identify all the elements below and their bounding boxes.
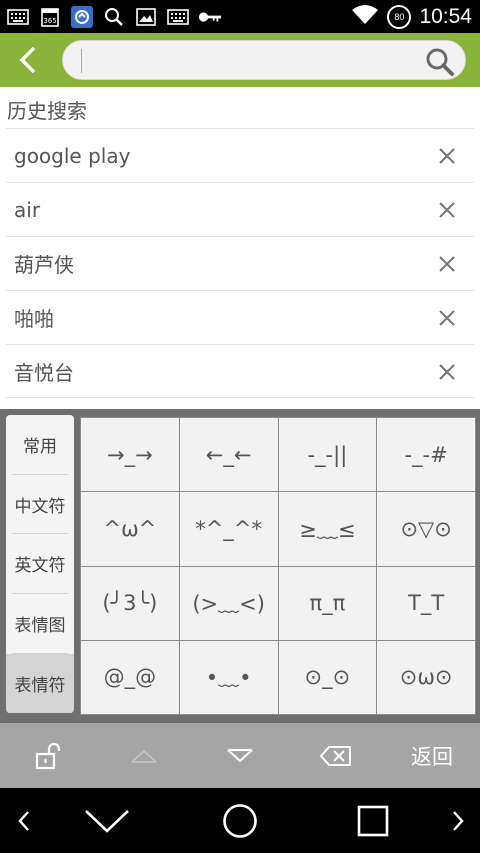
emoticon-key[interactable]: T_T: [377, 566, 475, 640]
close-icon[interactable]: [438, 147, 456, 165]
notification-icons: 365: [6, 5, 222, 29]
tab-english-symbols[interactable]: 英文符: [6, 534, 74, 593]
close-icon[interactable]: [438, 255, 456, 273]
search-input[interactable]: [85, 45, 415, 77]
history-item[interactable]: air: [6, 182, 474, 236]
emoticon-key[interactable]: π_π: [278, 566, 377, 640]
system-icons: 80 10:54: [351, 3, 472, 31]
return-button[interactable]: 返回: [384, 723, 480, 788]
triangle-down-icon: [227, 748, 253, 762]
emoticon-key[interactable]: (╯3╰): [81, 566, 179, 640]
history-list: google play air 葫芦侠 啪啪 音悦台: [6, 128, 474, 398]
history-item[interactable]: 音悦台: [6, 344, 474, 398]
keyboard-icon: [6, 7, 30, 27]
triangle-up-icon: [131, 749, 157, 763]
chevron-left-icon: [19, 46, 36, 74]
emoticon-key[interactable]: *^_^*: [179, 492, 278, 566]
navigation-bar: [0, 788, 480, 853]
chevron-down-icon: [85, 809, 129, 833]
search-box[interactable]: [62, 40, 466, 80]
nav-back-button[interactable]: [4, 788, 44, 853]
backspace-button[interactable]: [288, 723, 384, 788]
history-title: 历史搜索: [7, 99, 87, 123]
history-item[interactable]: 啪啪: [6, 290, 474, 344]
emoticon-key[interactable]: •﹏•: [179, 640, 278, 714]
image-icon: [134, 7, 158, 27]
hide-keyboard-button[interactable]: [78, 788, 136, 853]
page-up-button[interactable]: [96, 723, 192, 788]
emoticon-key[interactable]: @_@: [81, 640, 179, 714]
emoticon-key[interactable]: ⊙▽⊙: [377, 492, 475, 566]
search-icon: [102, 7, 126, 27]
history-item-text: 啪啪: [14, 307, 54, 331]
emoticon-key[interactable]: ^ω^: [81, 492, 179, 566]
emoticon-key[interactable]: -_-||: [278, 418, 377, 492]
emoticon-key[interactable]: ⊙_⊙: [278, 640, 377, 714]
svg-text:365: 365: [43, 17, 56, 25]
tab-common[interactable]: 常用: [6, 415, 74, 474]
recents-button[interactable]: [350, 788, 396, 853]
chevron-right-icon: [453, 810, 464, 831]
keyboard-icon: [166, 7, 190, 27]
close-icon[interactable]: [438, 201, 456, 219]
calendar-365-icon: 365: [38, 7, 62, 27]
status-bar: 365 80 10:54: [0, 0, 480, 33]
keyboard-category-tabs: 常用 中文符 英文符 表情图 表情符: [6, 415, 74, 713]
square-recents-icon: [357, 805, 389, 836]
emoticon-key[interactable]: -_-#: [377, 418, 475, 492]
wifi-icon: [351, 4, 379, 30]
search-header: [0, 33, 480, 87]
history-item-text: air: [14, 197, 41, 222]
history-item[interactable]: 葫芦侠: [6, 236, 474, 290]
close-icon[interactable]: [438, 363, 456, 381]
unlock-icon: [35, 742, 61, 769]
history-item-text: 音悦台: [14, 360, 74, 385]
emoticon-key[interactable]: →_→: [81, 418, 179, 492]
text-cursor: [81, 49, 82, 73]
emoticon-grid: →_→ ←_← -_-|| -_-# ^ω^ *^_^* ≥﹏≤ ⊙▽⊙ (╯3…: [80, 417, 476, 715]
battery-icon: 80: [387, 5, 412, 29]
circle-home-icon: [223, 803, 257, 838]
search-icon[interactable]: [425, 47, 455, 77]
app-icon: [70, 6, 94, 28]
close-icon[interactable]: [438, 309, 456, 327]
tab-emoji-images[interactable]: 表情图: [6, 594, 74, 653]
keyboard-toolbar: 返回: [0, 723, 480, 788]
emoticon-keyboard: 常用 中文符 英文符 表情图 表情符 →_→ ←_← -_-|| -_-# ^ω…: [0, 409, 480, 723]
nav-forward-button[interactable]: [438, 788, 478, 853]
history-item[interactable]: google play: [6, 128, 474, 182]
tab-chinese-symbols[interactable]: 中文符: [6, 475, 74, 534]
backspace-icon: [320, 745, 351, 766]
history-item-text: 葫芦侠: [14, 253, 74, 277]
history-item-text: google play: [14, 143, 131, 168]
emoticon-key[interactable]: ≥﹏≤: [278, 492, 377, 566]
emoticon-key[interactable]: (>﹏<): [179, 566, 278, 640]
lock-button[interactable]: [0, 723, 96, 788]
clock: 10:54: [419, 5, 472, 28]
home-button[interactable]: [216, 788, 264, 853]
back-button[interactable]: [8, 42, 48, 78]
emoticon-key[interactable]: ←_←: [179, 418, 278, 492]
chevron-left-icon: [18, 810, 29, 831]
battery-level: 80: [394, 12, 405, 22]
key-icon: [198, 7, 222, 27]
tab-emoticons[interactable]: 表情符: [6, 654, 74, 713]
emoticon-key[interactable]: ⊙ω⊙: [377, 640, 475, 714]
page-down-button[interactable]: [192, 723, 288, 788]
